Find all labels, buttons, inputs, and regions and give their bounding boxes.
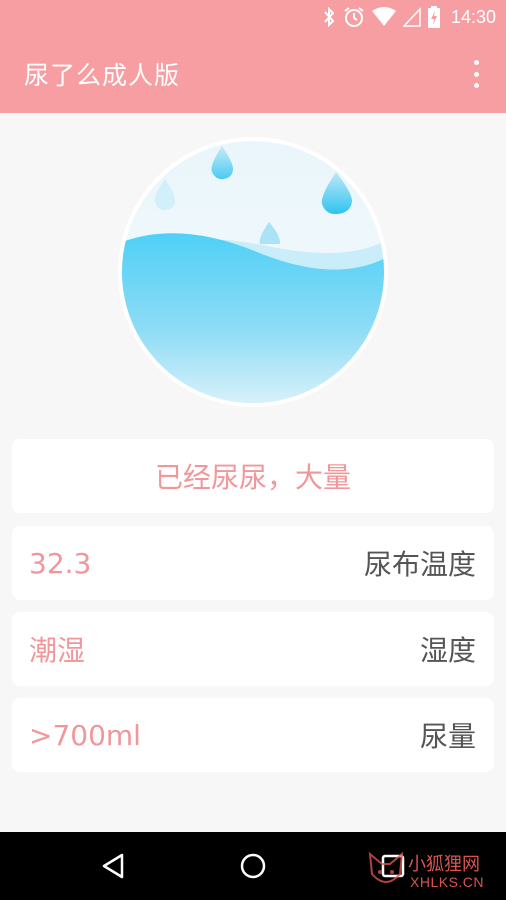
battery-charging-icon: [427, 6, 440, 28]
status-bar: 14:30: [0, 0, 506, 34]
water-level-illustration: [118, 137, 388, 407]
bluetooth-icon: [324, 7, 335, 27]
reading-value: >700ml: [29, 718, 141, 752]
status-time: 14:30: [450, 6, 496, 27]
signal-icon: [402, 7, 421, 27]
overflow-menu-icon[interactable]: [468, 60, 484, 88]
alarm-icon: [344, 7, 364, 27]
urination-status-text: 已经尿尿，大量: [154, 461, 351, 494]
reading-label: 尿布温度: [363, 548, 476, 581]
app-bar: 尿了么成人版: [0, 34, 506, 113]
app-title: 尿了么成人版: [24, 60, 181, 90]
reading-row-volume: >700ml 尿量: [12, 698, 494, 772]
urination-status-card: 已经尿尿，大量: [12, 439, 494, 513]
reading-row-temperature: 32.3 尿布温度: [12, 526, 494, 600]
home-icon[interactable]: [237, 850, 269, 882]
reading-value: 潮湿: [29, 634, 86, 667]
watermark-text-cn: 小狐狸网: [408, 854, 480, 875]
reading-label: 尿量: [419, 720, 476, 753]
status-icons: 14:30: [322, 6, 496, 28]
reading-value: 32.3: [29, 546, 92, 580]
reading-label: 湿度: [419, 634, 476, 667]
watermark: 小狐狸网 XHLKS.CN: [364, 846, 504, 896]
watermark-text-en: XHLKS.CN: [410, 874, 485, 890]
back-icon[interactable]: [97, 850, 129, 882]
wifi-icon: [371, 7, 396, 26]
reading-row-humidity: 潮湿 湿度: [12, 612, 494, 686]
fox-logo-icon: [368, 851, 404, 883]
